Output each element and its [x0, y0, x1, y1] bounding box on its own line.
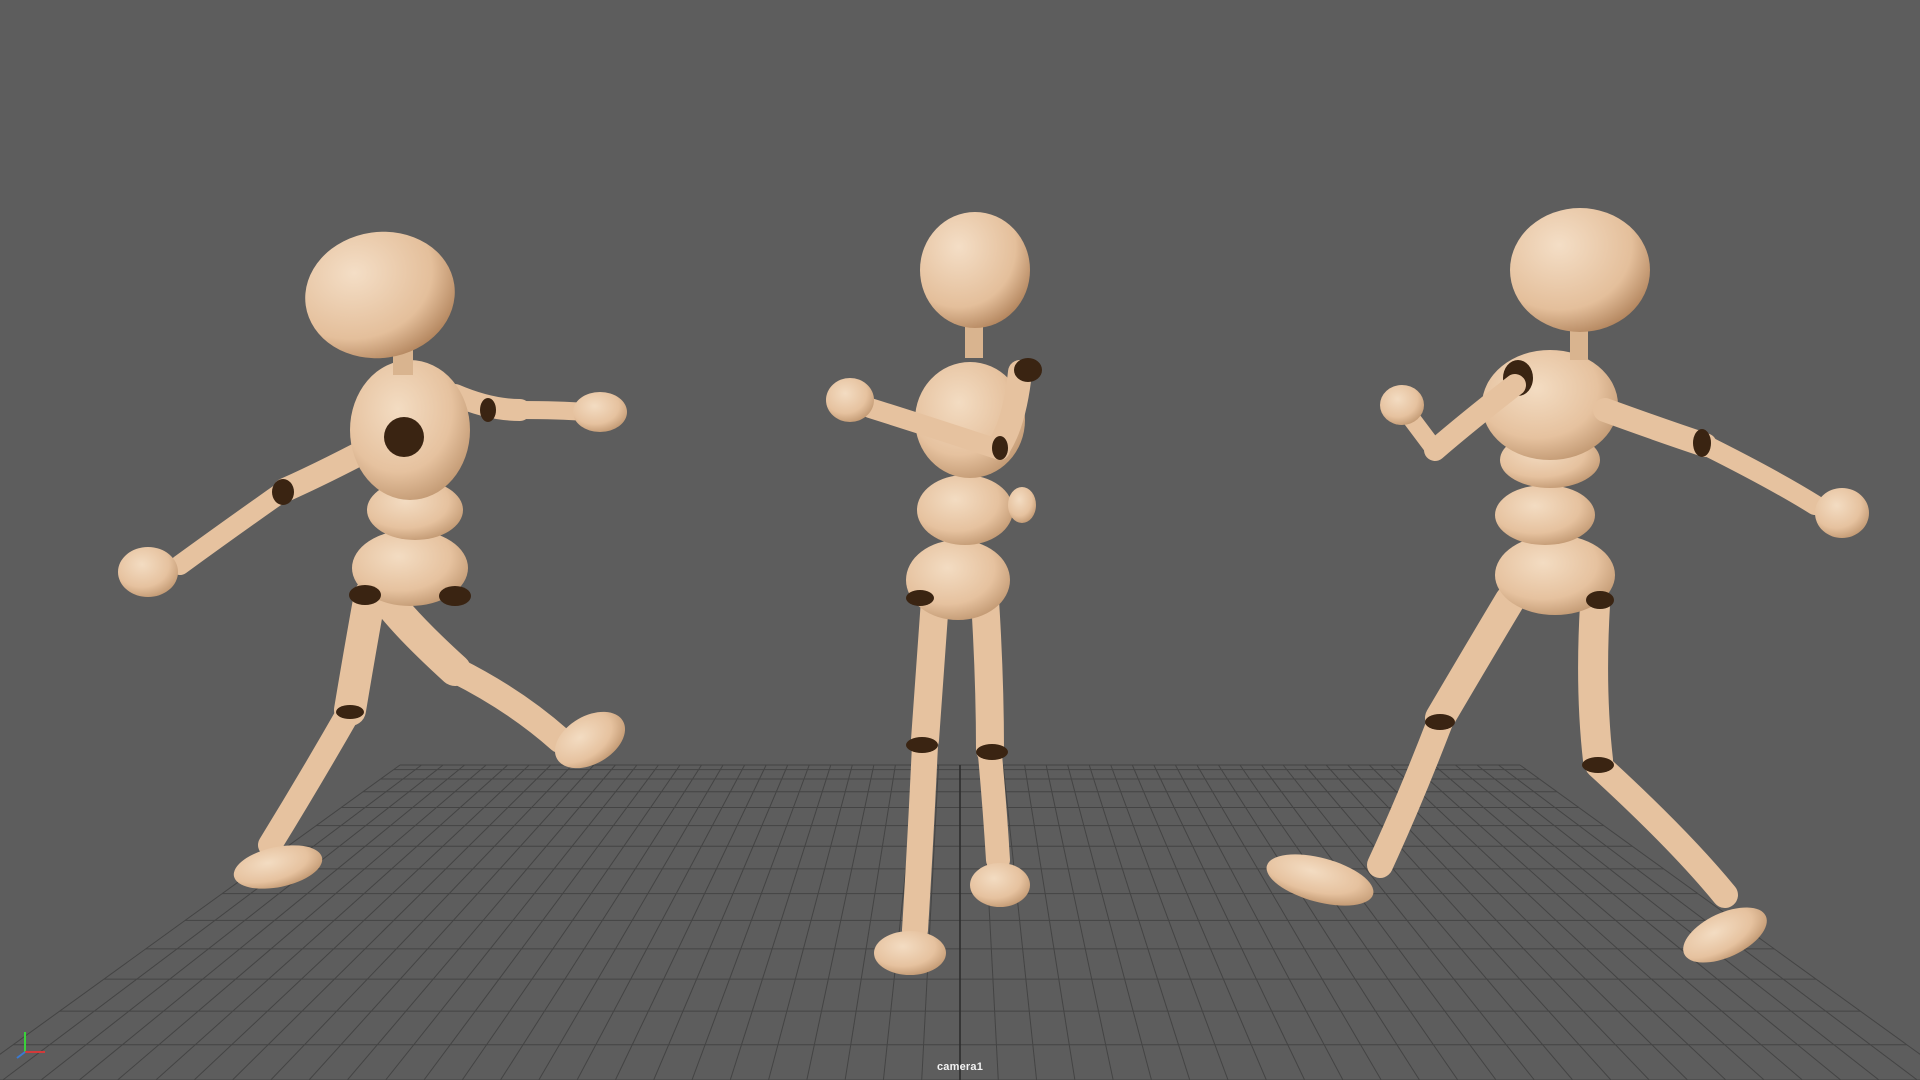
mannequin-right[interactable]	[1261, 208, 1869, 974]
mannequin-left[interactable]	[118, 222, 635, 896]
mannequin-center[interactable]	[826, 212, 1042, 975]
camera-name-label: camera1	[936, 1061, 984, 1073]
scene-canvas[interactable]	[0, 0, 1920, 1080]
3d-viewport[interactable]: camera1	[0, 0, 1920, 1080]
